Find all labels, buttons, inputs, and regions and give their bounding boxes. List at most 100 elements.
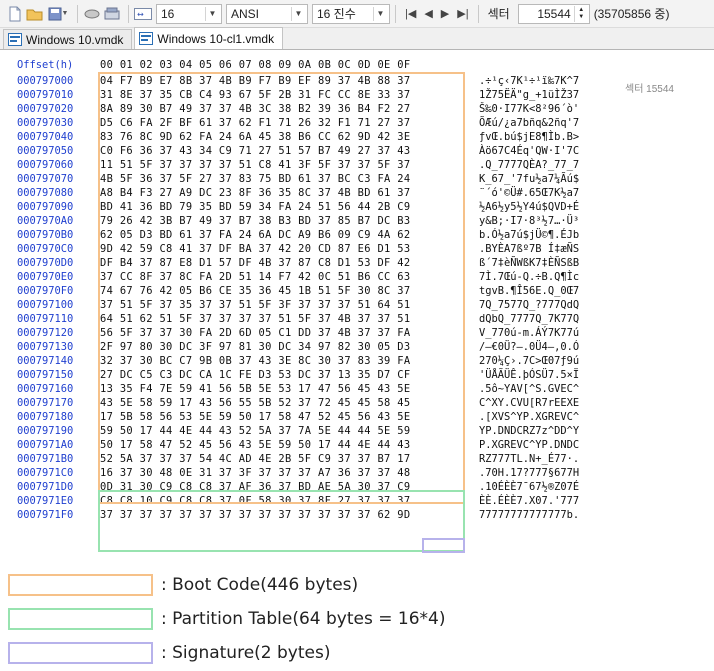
row-text[interactable]: tgvB.¶Î56E.Q_0Œ7 (479, 284, 619, 298)
row-bytes[interactable]: 04 F7 B9 E7 8B 37 4B B9 F7 B9 EF 89 37 4… (100, 74, 465, 88)
row-text[interactable]: ÈÈ.ÉÈÈ7.X07.'777 (479, 494, 619, 508)
row-bytes[interactable]: 56 5F 37 37 30 FA 2D 6D 05 C1 DD 37 4B 3… (100, 326, 465, 340)
row-text[interactable]: RZ777TL.N+_É77·. (479, 452, 619, 466)
row-bytes[interactable]: 64 51 62 51 5F 37 37 37 37 51 5F 37 4B 3… (100, 312, 465, 326)
save-icon[interactable]: ▼ (46, 5, 70, 23)
hex-row: 000797090 BD 41 36 BD 79 35 BD 59 34 FA 2… (0, 200, 714, 214)
charset-select[interactable]: ANSI ▼ (226, 3, 308, 24)
new-file-icon[interactable] (6, 5, 24, 23)
tab-windows-10-cl1-vmdk[interactable]: Windows 10-cl1.vmdk (134, 27, 284, 49)
open-folder-icon[interactable] (26, 5, 44, 23)
row-text[interactable]: 'ÜÅÃÜÊ.þÓSÜ7.5×Ï (479, 368, 619, 382)
row-bytes[interactable]: 13 35 F4 7E 59 41 56 5B 5E 53 17 47 56 4… (100, 382, 465, 396)
next-sector-icon[interactable]: ▶ (441, 7, 449, 20)
row-text[interactable]: .BYÈA7ßº7B Í‡æÑS (479, 242, 619, 256)
row-bytes[interactable]: 16 37 30 48 0E 31 37 3F 37 37 37 A7 36 3… (100, 466, 465, 480)
radix-value: 16 진수 (317, 7, 356, 21)
row-text[interactable]: P.XGREVC^YP.DNDC (479, 438, 619, 452)
row-bytes[interactable]: 11 51 5F 37 37 37 37 51 C8 41 3F 5F 37 3… (100, 158, 465, 172)
row-bytes[interactable]: 9D 42 59 C8 41 37 DF BA 37 42 20 CD 87 E… (100, 242, 465, 256)
row-bytes[interactable]: 37 CC 8F 37 8C FA 2D 51 14 F7 42 0C 51 B… (100, 270, 465, 284)
row-bytes[interactable]: 59 50 17 44 4E 44 43 52 5A 37 7A 5E 44 4… (100, 424, 465, 438)
last-sector-icon[interactable]: ▶| (457, 7, 468, 20)
row-offset: 000797040 (17, 131, 74, 143)
row-bytes[interactable]: 32 37 30 BC C7 9B 0B 37 43 3E 8C 30 37 8… (100, 354, 465, 368)
legend-signature: : Signature(2 bytes) (8, 639, 330, 667)
row-text[interactable]: 7Q_7577Q_?777QdQ (479, 298, 619, 312)
row-bytes[interactable]: A8 B4 F3 27 A9 DC 23 8F 36 35 8C 37 4B B… (100, 186, 465, 200)
row-text[interactable]: .÷¹ç‹7K¹÷¹ï‰7K^7 (479, 74, 619, 88)
row-text[interactable]: Š‰0·I77K<8²96´ò' (479, 102, 619, 116)
row-bytes[interactable]: D5 C6 FA 2F BF 61 37 62 F1 71 26 32 F1 7… (100, 116, 465, 130)
legend: : Boot Code(446 bytes) : Partition Table… (0, 567, 714, 671)
row-bytes[interactable]: DF B4 37 87 E8 D1 57 DF 4B 37 87 C8 D1 5… (100, 256, 465, 270)
row-bytes[interactable]: 50 17 58 47 52 45 56 43 5E 59 50 17 44 4… (100, 438, 465, 452)
row-bytes[interactable]: 0D 31 30 C9 C8 C8 37 AF 36 37 BD AE 5A 3… (100, 480, 465, 494)
row-bytes[interactable]: 8A 89 30 B7 49 37 37 4B 3C 38 B2 39 36 B… (100, 102, 465, 116)
svg-text:↔: ↔ (137, 10, 144, 19)
row-bytes[interactable]: C8 C8 10 C9 C8 C8 37 0F 58 30 37 8F 27 3… (100, 494, 465, 508)
toolbar-separator (128, 4, 129, 23)
signature-swatch (8, 642, 153, 664)
row-text[interactable]: ¨´ó'©Ü#.65Œ7K½a7 (479, 186, 619, 200)
row-text[interactable]: ß´7‡èÑWßK7‡ÈÑSßB (479, 256, 619, 270)
row-bytes[interactable]: 17 5B 58 56 53 5E 59 50 17 58 47 52 45 5… (100, 410, 465, 424)
row-offset: 000797090 (17, 201, 74, 213)
bytes-per-row-select[interactable]: 16 ▼ (156, 3, 222, 24)
row-bytes[interactable]: 52 5A 37 37 37 54 4C AD 4E 2B 5F C9 37 3… (100, 452, 465, 466)
previous-sector-icon[interactable]: ◀ (424, 7, 432, 20)
row-bytes[interactable]: 43 5E 58 59 17 43 56 55 5B 52 37 72 45 4… (100, 396, 465, 410)
row-text[interactable]: 270¼Ç›.7C>Œ07ƒ9ú (479, 354, 619, 368)
row-text[interactable]: ƒvŒ.bú$jE8¶Ìb.B> (479, 130, 619, 144)
row-text[interactable]: Àö67C4Éq'QW·I'7C (479, 144, 619, 158)
radix-select[interactable]: 16 진수 ▼ (312, 3, 390, 24)
row-bytes[interactable]: 74 67 76 42 05 B6 CE 35 36 45 1B 51 5F 3… (100, 284, 465, 298)
sector-input[interactable]: 15544 ▲ ▼ (517, 3, 590, 24)
row-text[interactable]: .10ÉÈÈ7¯67½®Z07É (479, 480, 619, 494)
column-width-icon[interactable]: ↔ (134, 5, 152, 23)
toolbar-separator (477, 4, 479, 23)
row-text[interactable]: .70H.17?777§677H (479, 466, 619, 480)
row-offset: 0007970C0 (17, 243, 74, 255)
sector-input-value: 15544 (537, 6, 571, 21)
hex-row: 0007970F0 74 67 76 42 05 B6 CE 35 36 45 1… (0, 284, 714, 298)
row-bytes[interactable]: 83 76 8C 9D 62 FA 24 6A 45 38 B6 CC 62 9… (100, 130, 465, 144)
row-text[interactable]: b.Ó½a7ú$jÜ©¶.ÉJb (479, 228, 619, 242)
spinner-arrows-icon[interactable]: ▲ ▼ (573, 5, 588, 22)
row-text[interactable]: V_770ú-m.ÁÝ7K77ú (479, 326, 619, 340)
hex-row: 000797060 11 51 5F 37 37 37 37 51 C8 41 3… (0, 158, 714, 172)
hex-viewer[interactable]: Offset(h) 00 01 02 03 04 05 06 07 08 09 … (0, 52, 714, 567)
row-text[interactable]: 1Ž75ËÄ"g_+1üÌŽ37 (479, 88, 619, 102)
hex-row: 0007971F0 37 37 37 37 37 37 37 37 37 37 3… (0, 508, 714, 522)
row-text[interactable]: C^XY.CVU[R7rEEXE (479, 396, 619, 410)
hex-document-icon (139, 32, 154, 45)
hex-row: 0007971A0 50 17 58 47 52 45 56 43 5E 59 5… (0, 438, 714, 452)
first-sector-icon[interactable]: |◀ (405, 7, 416, 20)
row-text[interactable]: 7Ì.7Œú-Q.÷B.Q¶Ìc (479, 270, 619, 284)
row-text[interactable]: .Q_7777QÈA?_77_7 (479, 158, 619, 172)
tab-windows-10-vmdk[interactable]: Windows 10.vmdk (3, 29, 133, 49)
row-bytes[interactable]: C0 F6 36 37 43 34 C9 71 27 51 57 B7 49 2… (100, 144, 465, 158)
row-text[interactable]: ÕÆú/¿a7bñq&2ñq'7 (479, 116, 619, 130)
row-text[interactable]: ½A6½y5½Y4ú$QVD+É (479, 200, 619, 214)
drive-icon[interactable] (103, 5, 121, 23)
row-text[interactable]: dQbQ_7777Q_7K77Q (479, 312, 619, 326)
row-text[interactable]: .5ô~YAV[^S.GVEC^ (479, 382, 619, 396)
row-text[interactable]: K_67_'7fu½a7¼Ãú$ (479, 172, 619, 186)
row-text[interactable]: YP.DNDCRZ7z^DD^Y (479, 424, 619, 438)
row-offset: 000797180 (17, 411, 74, 423)
row-text[interactable]: .[XVS^YP.XGREVC^ (479, 410, 619, 424)
row-bytes[interactable]: 37 51 5F 37 35 37 37 51 5F 3F 37 37 37 5… (100, 298, 465, 312)
row-bytes[interactable]: 4B 5F 36 37 5F 27 37 83 75 BD 61 37 BC C… (100, 172, 465, 186)
row-bytes[interactable]: BD 41 36 BD 79 35 BD 59 34 FA 24 51 56 4… (100, 200, 465, 214)
row-bytes[interactable]: 79 26 42 3B B7 49 37 B7 38 B3 BD 37 85 B… (100, 214, 465, 228)
disk-icon[interactable] (83, 5, 101, 23)
row-bytes[interactable]: 27 DC C5 C3 DC CA 1C FE D3 53 DC 37 13 3… (100, 368, 465, 382)
row-text[interactable]: /—€0Ü?—.0Ü4—‚0.Ó (479, 340, 619, 354)
row-bytes[interactable]: 37 37 37 37 37 37 37 37 37 37 37 37 37 3… (100, 508, 465, 522)
row-text[interactable]: 77777777777777b. (479, 508, 619, 522)
row-text[interactable]: y&B;·I7·8³½7…·Ü³ (479, 214, 619, 228)
row-bytes[interactable]: 2F 97 80 30 DC 3F 97 81 30 DC 34 97 82 3… (100, 340, 465, 354)
row-bytes[interactable]: 62 05 D3 BD 61 37 FA 24 6A DC A9 B6 09 C… (100, 228, 465, 242)
row-bytes[interactable]: 31 8E 37 35 CB C4 93 67 5F 2B 31 FC CC 8… (100, 88, 465, 102)
